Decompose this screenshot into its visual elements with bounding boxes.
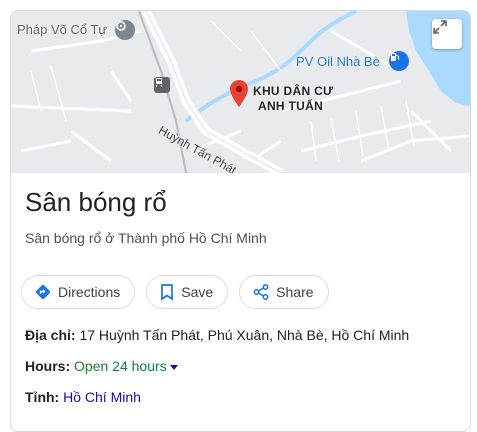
province-label: Tỉnh:	[25, 389, 60, 405]
hours-label: Hours:	[25, 358, 71, 374]
expand-icon	[433, 20, 447, 34]
map-label-gas-station[interactable]: PV Oil Nhà Bè	[296, 54, 380, 69]
expand-map-button[interactable]	[432, 19, 462, 49]
save-button[interactable]: Save	[146, 275, 229, 309]
address-label: Địa chỉ:	[25, 327, 76, 343]
hours-value[interactable]: Open 24 hours	[74, 358, 167, 374]
hours-dropdown-icon[interactable]	[169, 364, 178, 370]
train-station-icon[interactable]	[154, 77, 170, 93]
hours-row: Hours: Open 24 hours	[25, 358, 178, 374]
province-row: Tỉnh: Hồ Chí Minh	[25, 389, 141, 405]
map-label-temple[interactable]: Pháp Võ Cổ Tự	[17, 22, 107, 37]
province-link[interactable]: Hồ Chí Minh	[63, 389, 141, 405]
share-icon	[253, 284, 269, 300]
share-button[interactable]: Share	[239, 275, 329, 309]
gas-station-icon[interactable]	[389, 51, 409, 71]
place-subtitle: Sân bóng rổ ở Thành phố Hồ Chí Minh	[25, 230, 267, 246]
place-card: Pháp Võ Cổ Tự PV Oil Nhà Bè Huỳnh Tấn Ph…	[10, 10, 471, 432]
action-buttons: Directions Save Share	[21, 275, 329, 309]
map-label-area-line2: ANH TUẤN	[258, 99, 324, 113]
address-row: Địa chỉ: 17 Huỳnh Tấn Phát, Phú Xuân, Nh…	[25, 327, 409, 343]
place-title: Sân bóng rổ	[25, 187, 167, 217]
bookmark-icon	[161, 284, 174, 301]
map-label-area-line1: KHU DÂN CƯ	[253, 84, 334, 98]
address-value: 17 Huỳnh Tấn Phát, Phú Xuân, Nhà Bè, Hồ …	[79, 327, 410, 343]
map-preview[interactable]: Pháp Võ Cổ Tự PV Oil Nhà Bè Huỳnh Tấn Ph…	[11, 11, 470, 173]
save-label: Save	[181, 284, 214, 300]
map-label-area[interactable]: KHU DÂN CƯ ANH TUẤN	[253, 84, 333, 114]
directions-icon	[35, 284, 51, 300]
directions-label: Directions	[58, 284, 121, 300]
directions-button[interactable]: Directions	[21, 275, 136, 309]
share-label: Share	[276, 284, 314, 300]
temple-icon[interactable]	[115, 20, 135, 40]
